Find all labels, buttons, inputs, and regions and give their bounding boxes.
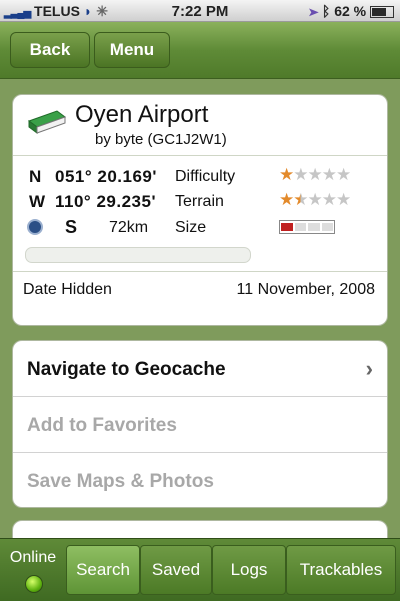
divider	[13, 155, 387, 156]
bluetooth-icon: ᛒ	[321, 3, 331, 19]
star-icon: ★	[321, 190, 337, 209]
save-maps-photos-button[interactable]: Save Maps & Photos	[13, 453, 387, 507]
divider	[13, 271, 387, 272]
list-item-label: Add to Favorites	[27, 415, 177, 436]
star-icon: ★	[321, 165, 337, 184]
cache-type-icon	[27, 110, 67, 134]
terrain-label: Terrain	[175, 193, 224, 210]
size-segment	[321, 223, 333, 231]
cache-owner: by byte (GC1J2W1)	[95, 131, 227, 148]
online-label: Online	[9, 549, 57, 566]
add-to-favorites-button[interactable]: Add to Favorites	[13, 397, 387, 453]
tab-search[interactable]: Search	[66, 545, 140, 595]
star-icon: ★	[336, 190, 351, 209]
status-right-group: ➤ ᛒ 62 %	[310, 3, 394, 19]
star-icon: ★	[279, 190, 294, 209]
location-arrow-icon: ➤	[309, 3, 318, 19]
date-hidden-value: 11 November, 2008	[236, 281, 375, 298]
bearing-direction: S	[65, 217, 78, 237]
date-hidden-label: Date Hidden	[23, 281, 112, 298]
list-item-label: Save Maps & Photos	[27, 471, 214, 492]
latitude-direction: N	[29, 167, 42, 186]
longitude-direction: W	[29, 192, 46, 211]
navigate-to-geocache-button[interactable]: Navigate to Geocache ›	[13, 341, 387, 397]
action-list: Navigate to Geocache › Add to Favorites …	[12, 340, 388, 508]
size-label: Size	[175, 219, 207, 236]
back-button[interactable]: Back	[10, 32, 90, 68]
online-status-icon	[25, 575, 43, 593]
tab-trackables[interactable]: Trackables	[286, 545, 396, 595]
star-icon: ★	[293, 165, 308, 184]
distance-value: 72km	[109, 219, 149, 236]
cache-info-card: Oyen Airport by byte (GC1J2W1) N 051° 20…	[12, 94, 388, 326]
menu-button[interactable]: Menu	[94, 32, 170, 68]
tab-bar: Online Search Saved Logs Trackables	[0, 538, 400, 601]
terrain-stars: ★★★★★	[279, 190, 351, 210]
status-bar: ▂▃▄▅ TELUS ◗ ✳ 7:22 PM ➤ ᛒ 62 %	[0, 0, 400, 22]
difficulty-label: Difficulty	[175, 168, 236, 185]
chevron-right-icon: ›	[365, 356, 373, 381]
list-item-label: Navigate to Geocache	[27, 359, 226, 380]
battery-icon	[370, 6, 394, 19]
battery-percent: 62 %	[334, 3, 367, 19]
size-segment	[308, 223, 320, 231]
navigation-bar: Back Menu	[0, 22, 400, 79]
heading-bar	[25, 247, 251, 263]
star-icon: ★	[279, 165, 294, 184]
tab-logs[interactable]: Logs	[212, 545, 286, 595]
size-indicator	[279, 220, 335, 234]
compass-icon	[27, 219, 43, 235]
longitude-value: 110° 29.235'	[55, 192, 156, 211]
latitude-value: 051° 20.169'	[55, 167, 157, 186]
difficulty-stars: ★★★★★	[279, 165, 351, 185]
star-icon: ★	[307, 165, 323, 184]
size-segment	[281, 223, 293, 231]
size-segment	[294, 223, 306, 231]
star-icon: ★	[307, 190, 323, 209]
star-icon: ★	[336, 165, 351, 184]
tab-saved[interactable]: Saved	[140, 545, 212, 595]
cache-name: Oyen Airport	[75, 101, 209, 128]
star-icon: ★	[293, 190, 308, 209]
